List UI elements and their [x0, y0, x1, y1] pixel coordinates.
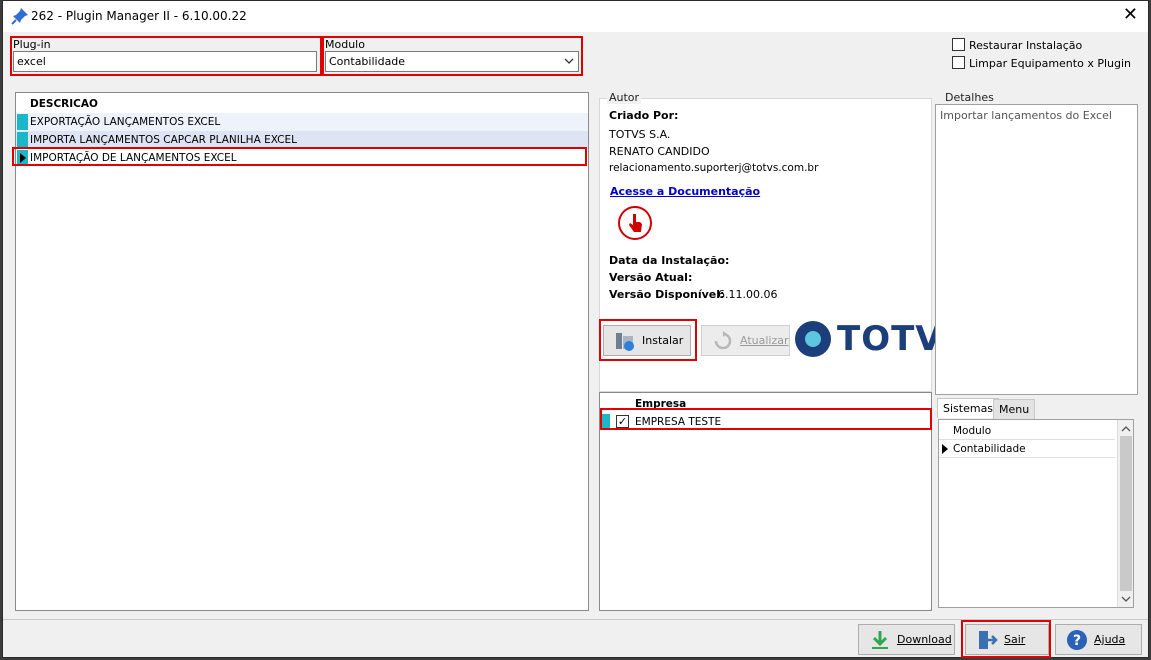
table-row[interactable]: ✓ EMPRESA TESTE	[600, 413, 931, 431]
grid-header: DESCRICAO	[16, 95, 588, 113]
plugin-label: Plug-in	[13, 38, 51, 51]
chevron-down-icon	[564, 58, 574, 64]
versao-atual-label: Versão Atual:	[609, 271, 693, 284]
versao-disponivel-value: 6.11.00.06	[718, 288, 778, 301]
footer-separator	[3, 619, 1148, 620]
plugin-manager-window: 262 - Plugin Manager II - 6.10.00.22 ✕ P…	[2, 0, 1149, 658]
modulo-label: Modulo	[325, 38, 365, 51]
row-indicator	[17, 114, 28, 130]
empresa-checkbox[interactable]: ✓	[616, 415, 629, 428]
detalhes-text: Importar lançamentos do Excel	[940, 109, 1112, 122]
company-name: TOTVS S.A.	[609, 128, 671, 141]
instalar-button[interactable]: Instalar	[603, 325, 691, 356]
empresa-header: Empresa	[635, 398, 687, 410]
window-title: 262 - Plugin Manager II - 6.10.00.22	[31, 9, 247, 23]
hand-pointer-icon[interactable]	[617, 205, 653, 241]
restaurar-checkbox[interactable]	[952, 38, 965, 51]
empresa-grid: Empresa ✓ EMPRESA TESTE	[599, 392, 932, 611]
detalhes-group-label: Detalhes	[943, 91, 996, 104]
detalhes-textbox[interactable]: Importar lançamentos do Excel	[935, 104, 1138, 395]
svg-text:?: ?	[1073, 633, 1081, 649]
tab-menu[interactable]: Menu	[993, 399, 1036, 419]
sistemas-grid: Modulo Contabilidade	[938, 419, 1134, 608]
table-row[interactable]: EXPORTAÇÃO LANÇAMENTOS EXCEL	[16, 113, 588, 131]
close-icon[interactable]: ✕	[1123, 6, 1138, 24]
scroll-up-icon[interactable]	[1121, 425, 1131, 432]
author-name: RENATO CANDIDO	[609, 145, 710, 158]
row-pointer-icon	[20, 153, 26, 163]
row-text: EXPORTAÇÃO LANÇAMENTOS EXCEL	[30, 116, 221, 128]
sistemas-header: Modulo	[953, 425, 992, 437]
plugin-input[interactable]: excel	[13, 51, 317, 72]
limpar-label: Limpar Equipamento x Plugin	[969, 57, 1131, 70]
row-text: IMPORTA LANÇAMENTOS CAPCAR PLANILHA EXCE…	[30, 134, 297, 146]
download-icon	[872, 630, 888, 649]
row-indicator	[17, 132, 28, 148]
autor-group-label: Autor	[607, 91, 642, 104]
refresh-icon	[714, 330, 732, 349]
modulo-select[interactable]: Contabilidade	[325, 51, 579, 72]
data-instalacao-label: Data da Instalação:	[609, 254, 730, 267]
title-bar: 262 - Plugin Manager II - 6.10.00.22 ✕	[3, 1, 1148, 32]
sistemas-grid-header: Modulo	[939, 422, 1115, 440]
restaurar-label: Restaurar Instalação	[969, 39, 1083, 52]
doc-link[interactable]: Acesse a Documentação	[610, 185, 760, 198]
row-pointer-icon	[942, 444, 948, 454]
limpar-checkbox[interactable]	[952, 56, 965, 69]
pushpin-icon	[11, 8, 28, 25]
vertical-scrollbar[interactable]	[1117, 420, 1133, 607]
tab-sistemas[interactable]: Sistemas	[937, 398, 1000, 418]
plugins-grid: DESCRICAO EXPORTAÇÃO LANÇAMENTOS EXCEL I…	[15, 92, 589, 611]
row-text: EMPRESA TESTE	[635, 416, 722, 428]
row-text: Contabilidade	[953, 443, 1026, 455]
instalar-label: Instalar	[642, 334, 684, 347]
row-text: IMPORTAÇÃO DE LANÇAMENTOS EXCEL	[30, 152, 237, 164]
install-icon	[616, 332, 634, 351]
atualizar-label: Atualizar	[740, 334, 789, 347]
author-email: relacionamento.suporterj@totvs.com.br	[609, 162, 819, 174]
ajuda-button[interactable]: ? Ajuda	[1055, 624, 1142, 655]
sair-label: Sair	[1004, 633, 1026, 646]
ajuda-label: Ajuda	[1094, 633, 1126, 646]
sair-button[interactable]: Sair	[965, 624, 1049, 655]
criado-por-label: Criado Por:	[609, 109, 679, 122]
download-button[interactable]: Download	[858, 624, 955, 655]
versao-disponivel-label: Versão Disponível:	[609, 288, 725, 301]
totvs-logo-icon	[795, 321, 831, 357]
help-icon: ?	[1067, 629, 1087, 650]
grid-header-descricao: DESCRICAO	[30, 98, 98, 110]
empresa-grid-header: Empresa	[600, 395, 931, 413]
table-row[interactable]: IMPORTA LANÇAMENTOS CAPCAR PLANILHA EXCE…	[16, 131, 588, 149]
download-label: Download	[897, 633, 952, 646]
scroll-down-icon[interactable]	[1121, 596, 1131, 603]
scroll-thumb[interactable]	[1120, 436, 1132, 591]
modulo-value: Contabilidade	[329, 55, 406, 68]
atualizar-button[interactable]: Atualizar	[701, 325, 790, 356]
exit-door-icon	[979, 630, 998, 649]
row-indicator	[602, 414, 610, 430]
table-row[interactable]: Contabilidade	[939, 440, 1115, 458]
table-row-selected[interactable]: IMPORTAÇÃO DE LANÇAMENTOS EXCEL	[16, 149, 588, 167]
